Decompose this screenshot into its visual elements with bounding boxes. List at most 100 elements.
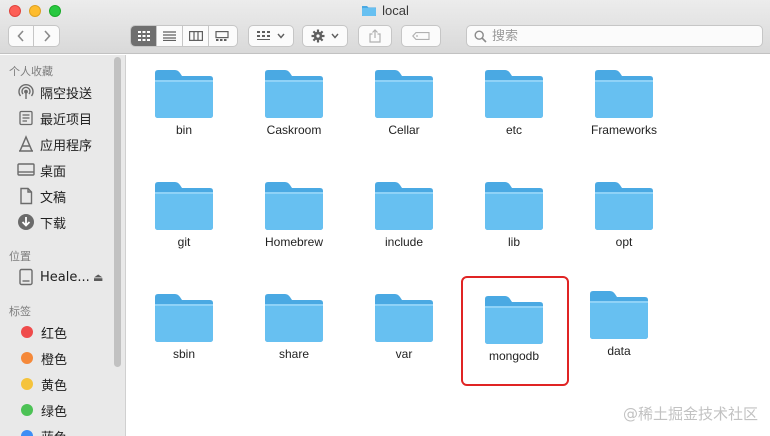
sidebar-item-recents[interactable]: 最近项目	[17, 107, 92, 129]
tags-header: 标签	[9, 305, 31, 318]
folder-icon	[595, 182, 653, 230]
folder-item[interactable]: sbin	[129, 293, 239, 361]
folder-item[interactable]: opt	[569, 181, 679, 249]
desktop-icon	[17, 161, 35, 179]
group-by-button[interactable]	[248, 25, 294, 47]
sidebar-item-downloads[interactable]: 下载	[17, 211, 66, 233]
search-field[interactable]	[466, 25, 763, 47]
folder-item[interactable]: Frameworks	[569, 69, 679, 137]
action-button[interactable]	[302, 25, 348, 47]
folder-name: sbin	[172, 347, 195, 361]
folder-item[interactable]: share	[239, 293, 349, 361]
toolbar: local	[0, 0, 770, 54]
folder-item[interactable]: bin	[129, 69, 239, 137]
folder-icon	[362, 6, 377, 16]
folder-item[interactable]: var	[349, 293, 459, 361]
tag-color-dot	[21, 352, 33, 364]
folder-name: bin	[175, 123, 192, 137]
chevron-right-icon	[43, 30, 51, 42]
search-input[interactable]	[492, 28, 742, 44]
folder-icon	[375, 294, 433, 342]
sidebar-item-documents[interactable]: 文稿	[17, 185, 66, 207]
favorites-header: 个人收藏	[9, 65, 53, 78]
list-view-button[interactable]	[157, 26, 183, 46]
folder-icon	[265, 182, 323, 230]
folder-item[interactable]: Caskroom	[239, 69, 349, 137]
folder-name: data	[607, 344, 631, 358]
folder-name: share	[278, 347, 310, 361]
disk-icon	[17, 268, 35, 286]
folder-icon	[155, 70, 213, 118]
folder-name: etc	[505, 123, 522, 137]
folder-item[interactable]: Homebrew	[239, 181, 349, 249]
icon-view-icon	[137, 31, 150, 41]
sidebar: 个人收藏 隔空投送 最近项目 应用程序 桌面 文稿 下载 位置 Heale...…	[0, 55, 126, 436]
sidebar-tag-yellow[interactable]: 黄色	[17, 373, 67, 395]
folder-icon	[590, 291, 648, 339]
folder-item[interactable]: Cellar	[349, 69, 459, 137]
folder-icon	[155, 182, 213, 230]
chevron-down-icon	[331, 33, 339, 39]
folder-icon	[265, 70, 323, 118]
sidebar-tag-red[interactable]: 红色	[17, 321, 67, 343]
gear-icon	[311, 29, 325, 43]
recents-icon	[17, 109, 35, 127]
folder-item[interactable]: lib	[459, 181, 569, 249]
sidebar-tag-orange[interactable]: 橙色	[17, 347, 67, 369]
watermark: @稀土掘金技术社区	[622, 405, 758, 423]
folder-item[interactable]: include	[349, 181, 459, 249]
folder-name: include	[384, 235, 424, 249]
chevron-left-icon	[17, 30, 24, 42]
folder-name: Caskroom	[266, 123, 322, 137]
gallery-view-button[interactable]	[209, 26, 235, 46]
folder-icon	[485, 182, 543, 230]
applications-icon	[17, 135, 35, 153]
folder-icon	[375, 182, 433, 230]
share-button[interactable]	[358, 25, 392, 47]
documents-icon	[17, 187, 35, 205]
sidebar-scrollbar[interactable]	[114, 57, 121, 367]
folder-name: Cellar	[388, 123, 420, 137]
highlight-box	[461, 276, 569, 386]
tag-color-dot	[21, 430, 33, 436]
folder-icon	[485, 70, 543, 118]
column-view-icon	[188, 31, 203, 41]
folder-icon	[155, 294, 213, 342]
downloads-icon	[17, 213, 35, 231]
folder-name: Homebrew	[264, 235, 324, 249]
edit-tags-button[interactable]	[401, 25, 441, 47]
column-view-button[interactable]	[183, 26, 209, 46]
sidebar-tag-green[interactable]: 绿色	[17, 399, 67, 421]
eject-icon[interactable]: ⏏	[93, 271, 103, 284]
window-title: local	[0, 3, 770, 18]
group-icon	[257, 31, 270, 40]
sidebar-item-disk[interactable]: Heale...	[17, 266, 90, 288]
gallery-view-icon	[215, 31, 229, 41]
locations-header: 位置	[9, 250, 31, 263]
tag-color-dot	[21, 378, 33, 390]
sidebar-item-desktop[interactable]: 桌面	[17, 159, 66, 181]
list-view-icon	[163, 31, 176, 41]
navigation-buttons	[8, 25, 60, 47]
folder-name: Frameworks	[590, 123, 657, 137]
folder-item[interactable]: data	[564, 290, 674, 358]
forward-button[interactable]	[34, 26, 59, 46]
back-button[interactable]	[9, 26, 35, 46]
folder-name: var	[395, 347, 413, 361]
view-mode-selector	[130, 25, 238, 47]
airdrop-icon	[17, 83, 35, 101]
sidebar-item-airdrop[interactable]: 隔空投送	[17, 81, 92, 103]
tag-color-dot	[21, 404, 33, 416]
sidebar-tag-blue[interactable]: 蓝色	[17, 425, 67, 436]
folder-item[interactable]: git	[129, 181, 239, 249]
tag-color-dot	[21, 326, 33, 338]
icon-view-button[interactable]	[131, 26, 157, 46]
sidebar-item-applications[interactable]: 应用程序	[17, 133, 92, 155]
chevron-down-icon	[277, 33, 285, 39]
tag-icon	[412, 32, 430, 40]
folder-name: git	[177, 235, 191, 249]
folder-name: lib	[507, 235, 520, 249]
folder-item[interactable]: etc	[459, 69, 569, 137]
folder-icon	[265, 294, 323, 342]
folder-name: opt	[615, 235, 633, 249]
